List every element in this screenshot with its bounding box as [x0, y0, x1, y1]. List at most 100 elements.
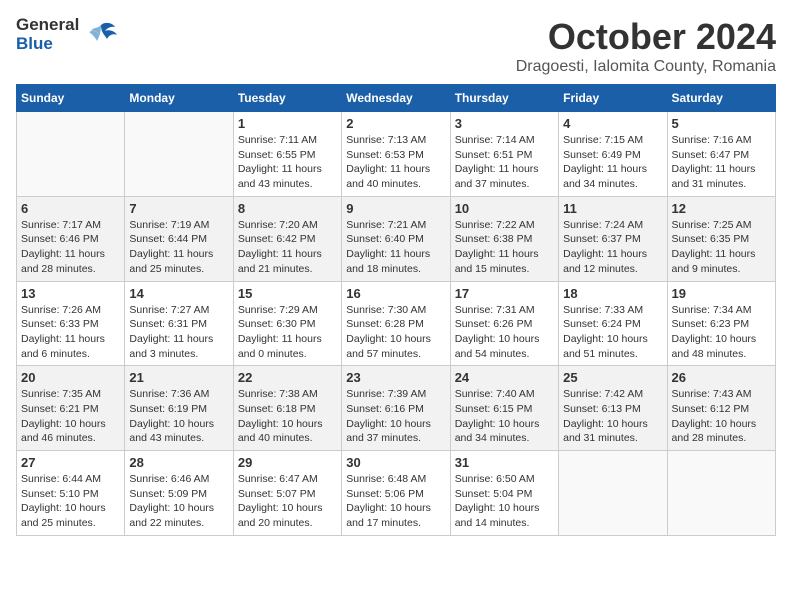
location-title: Dragoesti, Ialomita County, Romania [516, 58, 776, 76]
day-number: 11 [563, 201, 662, 216]
day-number: 17 [455, 286, 554, 301]
calendar-cell: 24 Sunrise: 7:40 AM Sunset: 6:15 PM Dayli… [450, 366, 558, 451]
calendar-cell: 4 Sunrise: 7:15 AM Sunset: 6:49 PM Daylig… [559, 112, 667, 197]
calendar-cell: 9 Sunrise: 7:21 AM Sunset: 6:40 PM Daylig… [342, 196, 450, 281]
day-number: 15 [238, 286, 337, 301]
weekday-header: Saturday [667, 85, 775, 112]
day-info: Sunrise: 7:30 AM Sunset: 6:28 PM Dayligh… [346, 303, 445, 362]
calendar-row: 20 Sunrise: 7:35 AM Sunset: 6:21 PM Dayli… [17, 366, 776, 451]
day-info: Sunrise: 7:17 AM Sunset: 6:46 PM Dayligh… [21, 218, 120, 277]
calendar-cell [559, 451, 667, 536]
day-number: 8 [238, 201, 337, 216]
calendar-cell [667, 451, 775, 536]
day-info: Sunrise: 7:26 AM Sunset: 6:33 PM Dayligh… [21, 303, 120, 362]
calendar-cell: 6 Sunrise: 7:17 AM Sunset: 6:46 PM Daylig… [17, 196, 125, 281]
day-info: Sunrise: 7:14 AM Sunset: 6:51 PM Dayligh… [455, 133, 554, 192]
calendar-cell: 16 Sunrise: 7:30 AM Sunset: 6:28 PM Dayli… [342, 281, 450, 366]
logo-blue: Blue [16, 35, 79, 54]
calendar-cell: 13 Sunrise: 7:26 AM Sunset: 6:33 PM Dayli… [17, 281, 125, 366]
day-number: 4 [563, 116, 662, 131]
day-number: 5 [672, 116, 771, 131]
day-number: 14 [129, 286, 228, 301]
day-number: 31 [455, 455, 554, 470]
calendar-cell: 7 Sunrise: 7:19 AM Sunset: 6:44 PM Daylig… [125, 196, 233, 281]
weekday-header: Tuesday [233, 85, 341, 112]
weekday-header: Friday [559, 85, 667, 112]
day-info: Sunrise: 7:33 AM Sunset: 6:24 PM Dayligh… [563, 303, 662, 362]
calendar-cell: 8 Sunrise: 7:20 AM Sunset: 6:42 PM Daylig… [233, 196, 341, 281]
weekday-header: Sunday [17, 85, 125, 112]
title-section: October 2024 Dragoesti, Ialomita County,… [516, 16, 776, 76]
calendar-cell: 10Sunrise: 7:22 AM Sunset: 6:38 PM Dayli… [450, 196, 558, 281]
day-number: 2 [346, 116, 445, 131]
day-info: Sunrise: 7:39 AM Sunset: 6:16 PM Dayligh… [346, 387, 445, 446]
day-info: Sunrise: 7:13 AM Sunset: 6:53 PM Dayligh… [346, 133, 445, 192]
calendar-cell: 21Sunrise: 7:36 AM Sunset: 6:19 PM Dayli… [125, 366, 233, 451]
day-number: 29 [238, 455, 337, 470]
day-number: 27 [21, 455, 120, 470]
day-number: 28 [129, 455, 228, 470]
calendar-cell: 22Sunrise: 7:38 AM Sunset: 6:18 PM Dayli… [233, 366, 341, 451]
header: General Blue October 2024 Dragoesti, Ial… [16, 16, 776, 76]
day-info: Sunrise: 7:34 AM Sunset: 6:23 PM Dayligh… [672, 303, 771, 362]
calendar-cell: 2 Sunrise: 7:13 AM Sunset: 6:53 PM Daylig… [342, 112, 450, 197]
day-info: Sunrise: 7:22 AM Sunset: 6:38 PM Dayligh… [455, 218, 554, 277]
calendar-cell: 15Sunrise: 7:29 AM Sunset: 6:30 PM Dayli… [233, 281, 341, 366]
day-info: Sunrise: 7:15 AM Sunset: 6:49 PM Dayligh… [563, 133, 662, 192]
day-number: 16 [346, 286, 445, 301]
day-number: 24 [455, 370, 554, 385]
day-number: 19 [672, 286, 771, 301]
day-info: Sunrise: 7:40 AM Sunset: 6:15 PM Dayligh… [455, 387, 554, 446]
calendar-header-row: SundayMondayTuesdayWednesdayThursdayFrid… [17, 85, 776, 112]
day-number: 30 [346, 455, 445, 470]
day-info: Sunrise: 7:27 AM Sunset: 6:31 PM Dayligh… [129, 303, 228, 362]
calendar-cell: 5 Sunrise: 7:16 AM Sunset: 6:47 PM Daylig… [667, 112, 775, 197]
calendar-row: 13 Sunrise: 7:26 AM Sunset: 6:33 PM Dayli… [17, 281, 776, 366]
calendar-cell [17, 112, 125, 197]
weekday-header: Thursday [450, 85, 558, 112]
day-info: Sunrise: 6:46 AM Sunset: 5:09 PM Dayligh… [129, 472, 228, 531]
calendar-cell: 23 Sunrise: 7:39 AM Sunset: 6:16 PM Dayli… [342, 366, 450, 451]
day-info: Sunrise: 7:11 AM Sunset: 6:55 PM Dayligh… [238, 133, 337, 192]
month-title: October 2024 [516, 16, 776, 58]
day-info: Sunrise: 6:44 AM Sunset: 5:10 PM Dayligh… [21, 472, 120, 531]
logo-bird-icon [83, 17, 119, 53]
calendar-cell: 28 Sunrise: 6:46 AM Sunset: 5:09 PM Dayli… [125, 451, 233, 536]
calendar-cell: 18 Sunrise: 7:33 AM Sunset: 6:24 PM Dayli… [559, 281, 667, 366]
day-info: Sunrise: 6:50 AM Sunset: 5:04 PM Dayligh… [455, 472, 554, 531]
calendar-row: 27 Sunrise: 6:44 AM Sunset: 5:10 PM Dayli… [17, 451, 776, 536]
day-info: Sunrise: 7:21 AM Sunset: 6:40 PM Dayligh… [346, 218, 445, 277]
calendar-cell: 31 Sunrise: 6:50 AM Sunset: 5:04 PM Dayli… [450, 451, 558, 536]
logo-general: General [16, 16, 79, 35]
day-number: 12 [672, 201, 771, 216]
calendar-cell: 14 Sunrise: 7:27 AM Sunset: 6:31 PM Dayli… [125, 281, 233, 366]
calendar-row: 1 Sunrise: 7:11 AM Sunset: 6:55 PM Daylig… [17, 112, 776, 197]
calendar-cell: 26Sunrise: 7:43 AM Sunset: 6:12 PM Dayli… [667, 366, 775, 451]
day-number: 9 [346, 201, 445, 216]
day-number: 20 [21, 370, 120, 385]
calendar-cell: 19 Sunrise: 7:34 AM Sunset: 6:23 PM Dayli… [667, 281, 775, 366]
day-info: Sunrise: 7:20 AM Sunset: 6:42 PM Dayligh… [238, 218, 337, 277]
calendar-table: SundayMondayTuesdayWednesdayThursdayFrid… [16, 84, 776, 536]
calendar-cell: 25Sunrise: 7:42 AM Sunset: 6:13 PM Dayli… [559, 366, 667, 451]
day-info: Sunrise: 7:19 AM Sunset: 6:44 PM Dayligh… [129, 218, 228, 277]
day-number: 6 [21, 201, 120, 216]
day-info: Sunrise: 7:31 AM Sunset: 6:26 PM Dayligh… [455, 303, 554, 362]
day-info: Sunrise: 7:35 AM Sunset: 6:21 PM Dayligh… [21, 387, 120, 446]
day-number: 18 [563, 286, 662, 301]
day-number: 23 [346, 370, 445, 385]
day-number: 26 [672, 370, 771, 385]
calendar-cell: 11 Sunrise: 7:24 AM Sunset: 6:37 PM Dayli… [559, 196, 667, 281]
day-number: 1 [238, 116, 337, 131]
day-number: 3 [455, 116, 554, 131]
day-number: 13 [21, 286, 120, 301]
calendar-cell: 30Sunrise: 6:48 AM Sunset: 5:06 PM Dayli… [342, 451, 450, 536]
day-info: Sunrise: 7:36 AM Sunset: 6:19 PM Dayligh… [129, 387, 228, 446]
calendar-cell: 17 Sunrise: 7:31 AM Sunset: 6:26 PM Dayli… [450, 281, 558, 366]
calendar-cell [125, 112, 233, 197]
day-number: 7 [129, 201, 228, 216]
day-info: Sunrise: 7:16 AM Sunset: 6:47 PM Dayligh… [672, 133, 771, 192]
calendar-cell: 20 Sunrise: 7:35 AM Sunset: 6:21 PM Dayli… [17, 366, 125, 451]
day-info: Sunrise: 7:24 AM Sunset: 6:37 PM Dayligh… [563, 218, 662, 277]
day-number: 25 [563, 370, 662, 385]
